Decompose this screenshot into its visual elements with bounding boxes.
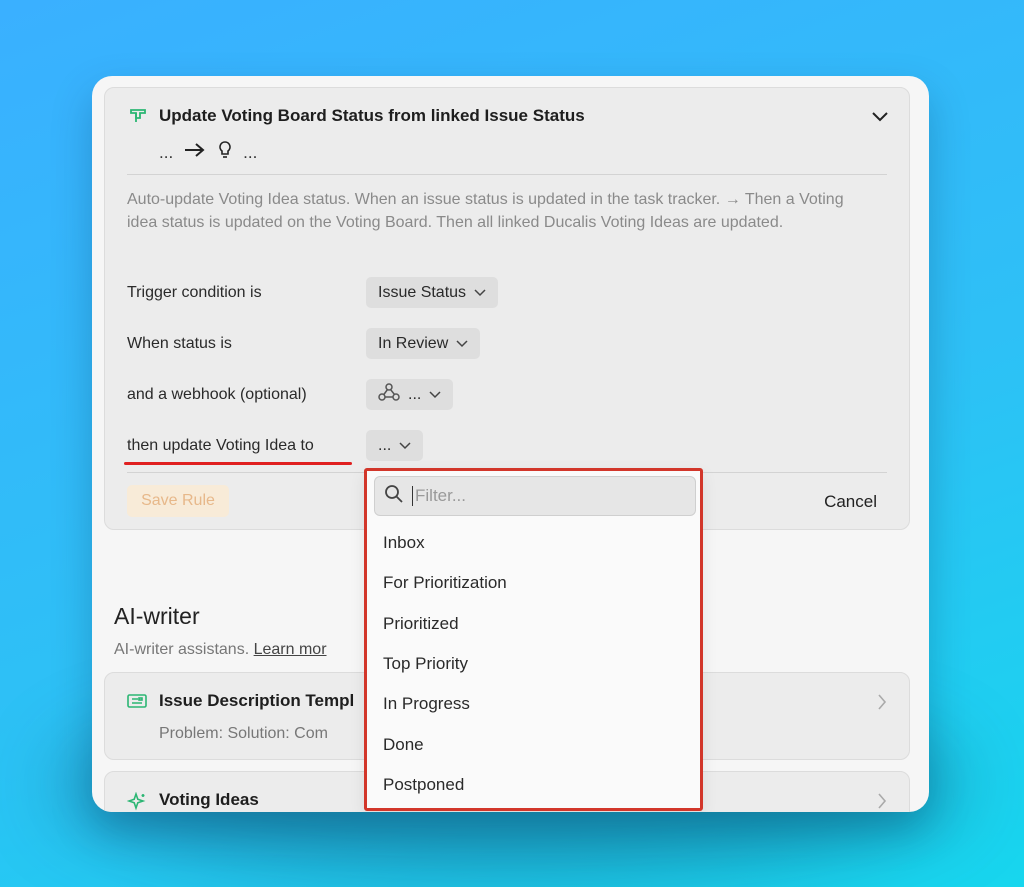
chevron-down-icon <box>474 284 486 302</box>
option-done[interactable]: Done <box>367 724 700 764</box>
flow-source: ... <box>159 142 174 162</box>
status-value: In Review <box>378 334 449 352</box>
voting-idea-status-select[interactable]: ... <box>366 430 424 461</box>
section-subtitle: AI-writer assistans. Learn mor <box>114 641 327 659</box>
webhook-label: and a webhook (optional) <box>127 386 307 403</box>
automation-rule-card: Update Voting Board Status from linked I… <box>104 87 910 530</box>
template-icon <box>127 693 147 714</box>
trigger-condition-label: Trigger condition is <box>127 284 262 301</box>
update-voting-idea-label: then update Voting Idea to <box>127 437 314 454</box>
when-status-label: When status is <box>127 335 232 352</box>
chevron-down-icon <box>399 437 411 455</box>
text-caret <box>412 486 413 506</box>
section-title: AI-writer <box>114 603 200 629</box>
board-icon <box>129 108 147 129</box>
filter-input[interactable] <box>415 486 675 506</box>
option-inbox[interactable]: Inbox <box>367 523 700 563</box>
webhook-icon <box>378 382 400 407</box>
learn-more-link[interactable]: Learn mor <box>254 641 327 658</box>
settings-window: Update Voting Board Status from linked I… <box>92 76 929 812</box>
chevron-down-icon <box>456 335 468 353</box>
status-dropdown-menu: Inbox For Prioritization Prioritized Top… <box>364 468 703 811</box>
trigger-condition-value: Issue Status <box>378 283 467 301</box>
subtitle-text: AI-writer assistans. <box>114 641 250 658</box>
search-icon <box>384 484 404 509</box>
webhook-select[interactable]: ... <box>366 379 454 410</box>
option-top-priority[interactable]: Top Priority <box>367 644 700 684</box>
voting-idea-status-value: ... <box>378 436 392 454</box>
card-title: Issue Description Templ <box>159 691 355 710</box>
options-list: Inbox For Prioritization Prioritized Top… <box>367 523 700 805</box>
chevron-down-icon <box>429 386 441 404</box>
card-title: Voting Ideas <box>159 790 259 809</box>
option-for-prioritization[interactable]: For Prioritization <box>367 563 700 603</box>
option-postponed[interactable]: Postponed <box>367 765 700 805</box>
save-rule-button[interactable]: Save Rule <box>127 485 229 517</box>
rule-flow: ... ... <box>159 140 257 165</box>
collapse-chevron-icon[interactable] <box>871 110 889 128</box>
flow-target: ... <box>243 142 258 162</box>
rule-title: Update Voting Board Status from linked I… <box>159 106 585 125</box>
arrow-right-icon <box>183 142 207 163</box>
divider <box>127 174 887 175</box>
sparkle-icon <box>126 791 147 812</box>
option-prioritized[interactable]: Prioritized <box>367 604 700 644</box>
rule-description: Auto-update Voting Idea status. When an … <box>127 191 844 231</box>
option-in-progress[interactable]: In Progress <box>367 684 700 724</box>
lightbulb-icon <box>217 140 233 165</box>
status-select[interactable]: In Review <box>366 328 481 359</box>
filter-box <box>374 476 696 516</box>
cancel-button[interactable]: Cancel <box>824 492 877 512</box>
card-subtitle: Problem: Solution: Com <box>159 725 328 742</box>
chevron-right-icon <box>877 792 887 812</box>
webhook-value: ... <box>408 385 422 403</box>
highlight-underline <box>124 462 352 465</box>
chevron-right-icon <box>877 693 887 716</box>
trigger-condition-select[interactable]: Issue Status <box>366 277 499 308</box>
